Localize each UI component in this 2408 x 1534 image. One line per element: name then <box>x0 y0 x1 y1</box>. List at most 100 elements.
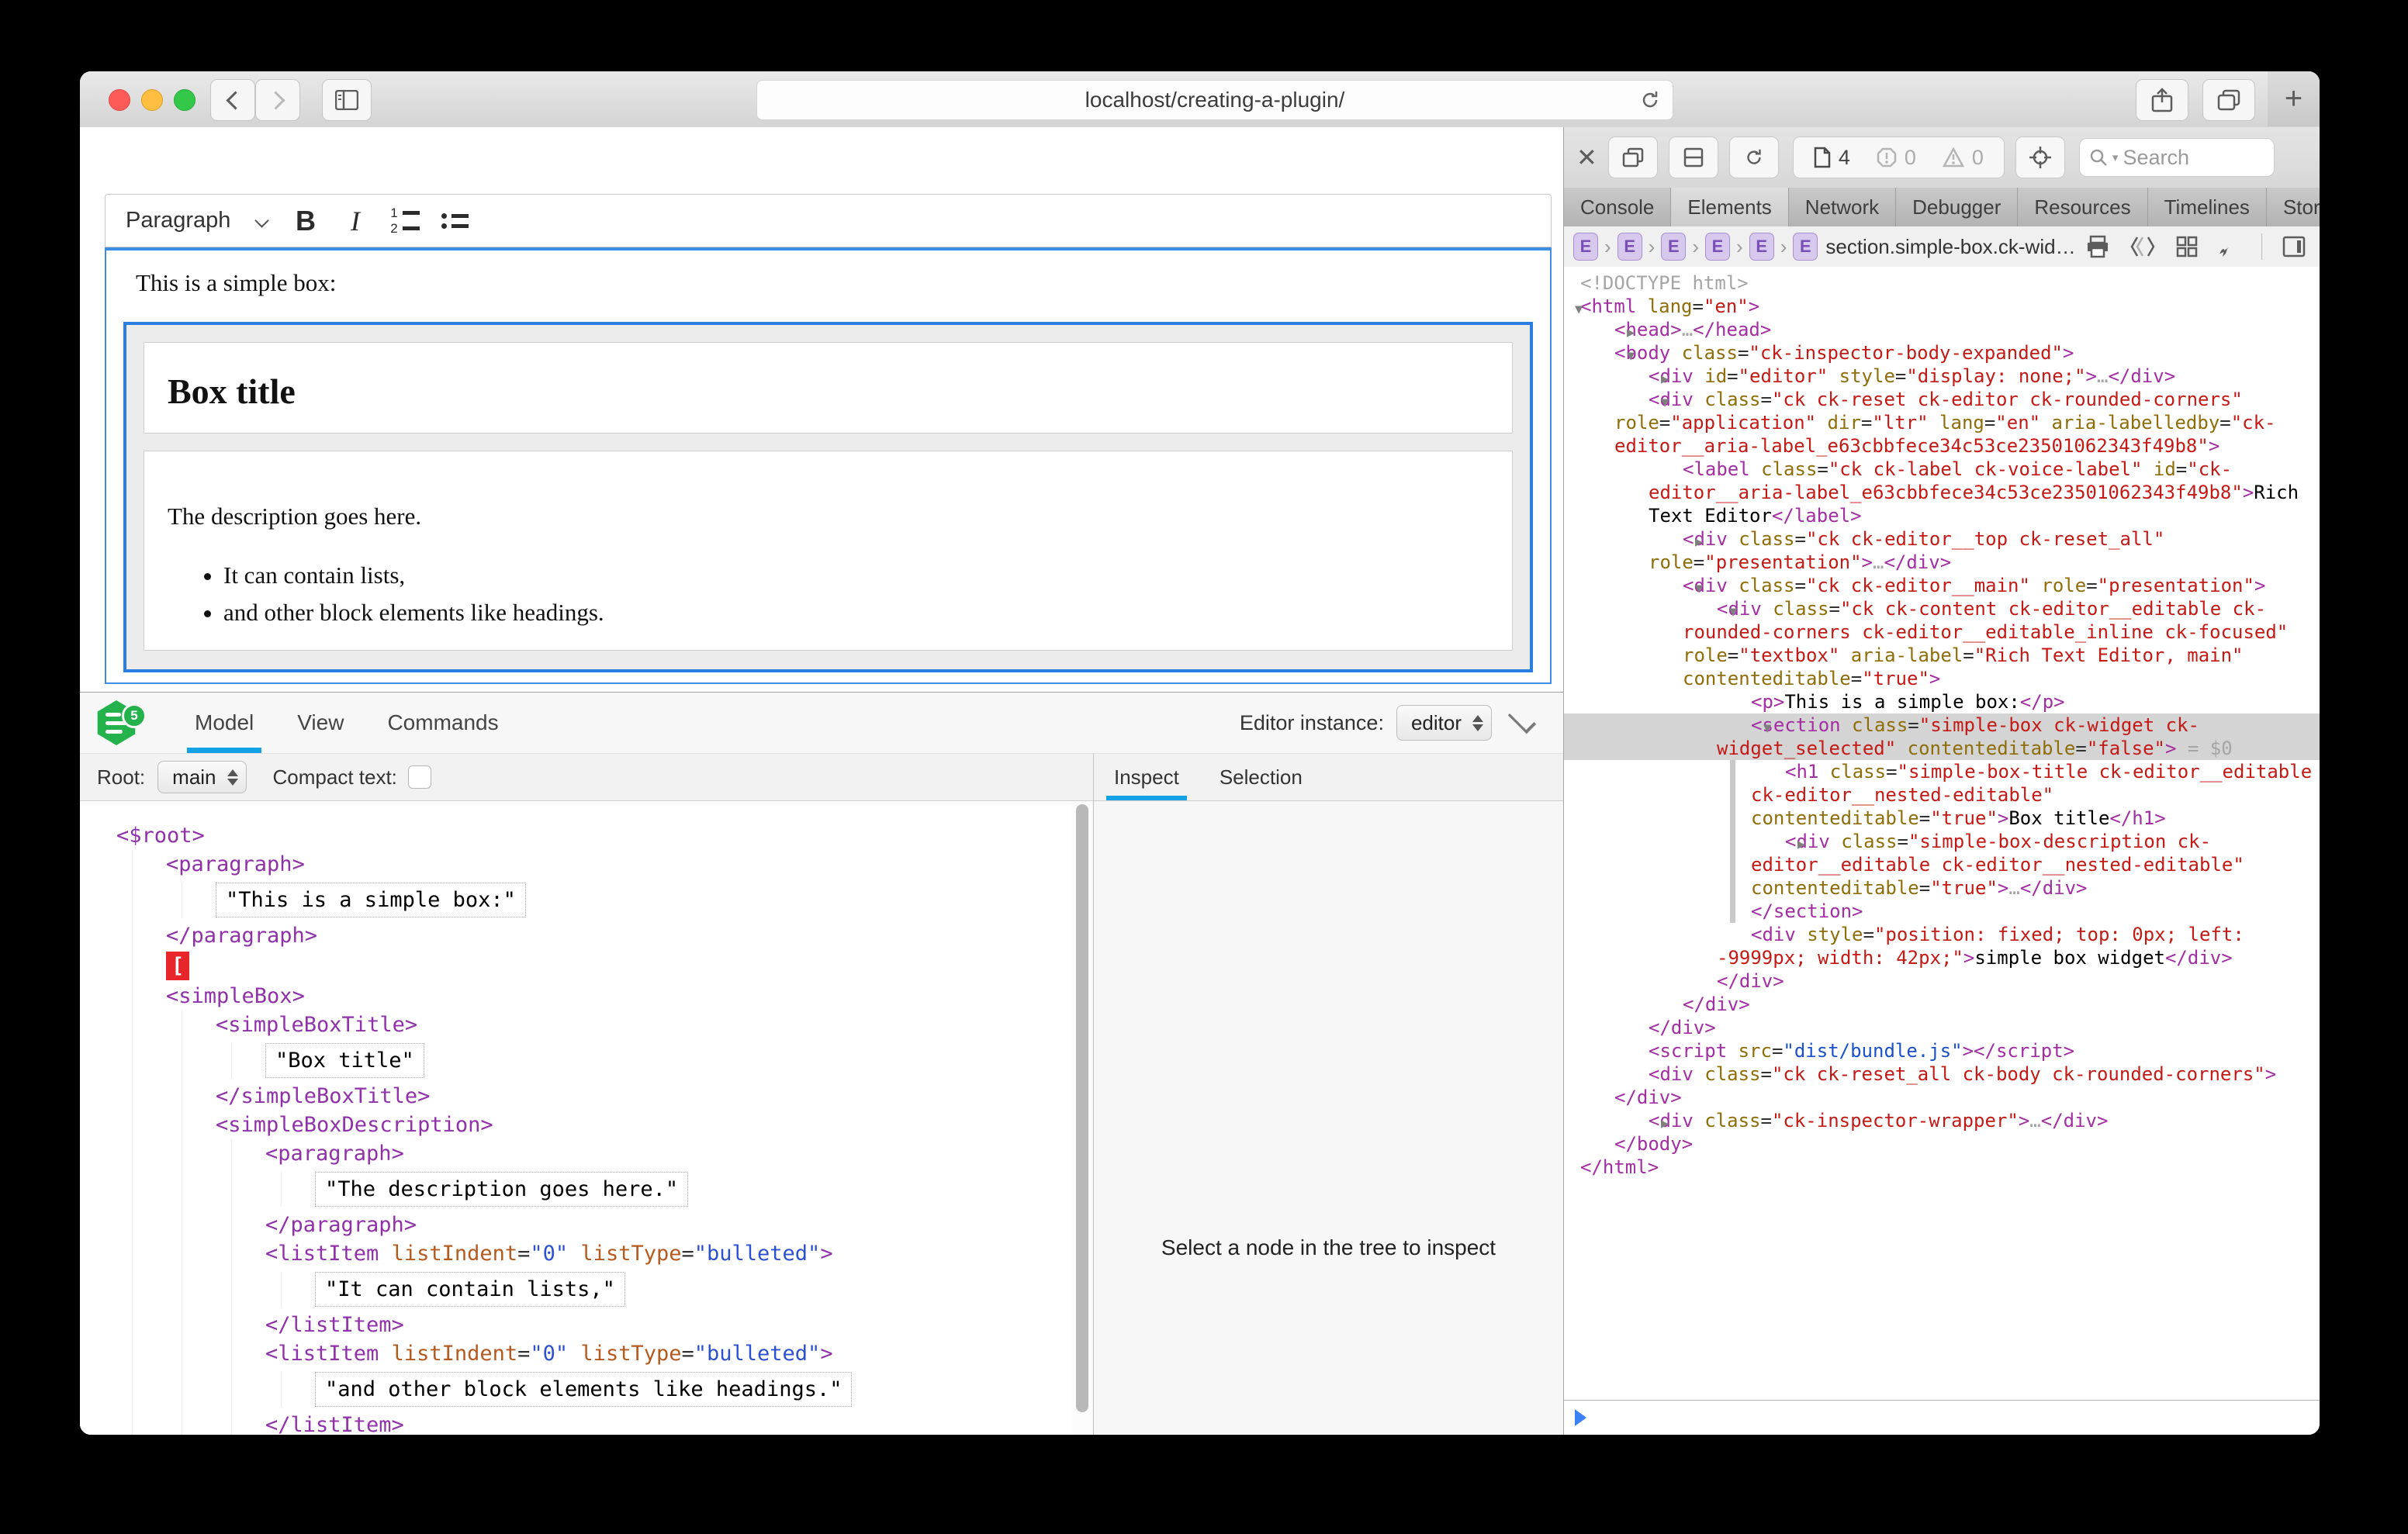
styles-brush-icon[interactable] <box>2218 235 2241 258</box>
dom-tree-row[interactable]: <div class="ck ck-reset_all ck-body ck-r… <box>1564 1062 2320 1109</box>
dom-tree-row[interactable]: </section> <box>1564 900 2320 923</box>
inspector-tab-view[interactable]: View <box>275 693 365 753</box>
back-button[interactable] <box>210 79 255 121</box>
list-item[interactable]: and other block elements like headings. <box>223 599 1489 627</box>
console-prompt[interactable] <box>1564 1400 2320 1435</box>
dom-tree-row[interactable]: </body> <box>1564 1132 2320 1156</box>
breadcrumb-element-badge[interactable]: E <box>1705 233 1730 261</box>
devtools-tab-timelines[interactable]: Timelines <box>2148 188 2267 226</box>
model-node-close[interactable]: </paragraph> <box>265 1211 1073 1239</box>
reload-page-button[interactable] <box>1729 136 1779 178</box>
collapse-node-icon[interactable]: ▼ <box>1627 391 1669 414</box>
model-node-close[interactable]: </paragraph> <box>166 921 1073 950</box>
compact-text-checkbox[interactable] <box>408 765 431 789</box>
model-node[interactable]: <listItem listIndent="0" listType="bulle… <box>265 1239 1073 1268</box>
print-icon[interactable] <box>2086 235 2109 258</box>
collapse-node-icon[interactable]: ▼ <box>1729 717 1771 740</box>
expand-node-icon[interactable]: ▶ <box>1763 833 1805 856</box>
model-node[interactable]: <simpleBoxDescription> <box>216 1111 1073 1139</box>
dom-tree-row[interactable]: </div> <box>1564 993 2320 1016</box>
model-node-close[interactable]: </simpleBoxTitle> <box>216 1082 1073 1111</box>
root-select[interactable]: main <box>157 761 246 793</box>
inspector-tab-model[interactable]: Model <box>173 693 275 753</box>
devtools-tab-resources[interactable]: Resources <box>2018 188 2147 226</box>
model-node[interactable]: <listItem listIndent="0" listType="bulle… <box>265 1339 1073 1368</box>
dom-tree-row[interactable]: ▶<div class="ck-inspector-wrapper">…</di… <box>1564 1109 2320 1132</box>
breadcrumb-current-element[interactable]: section.simple-box.ck-wid… <box>1825 235 2075 259</box>
inspector-tab-selection[interactable]: Selection <box>1199 754 1323 800</box>
breadcrumb-element-badge[interactable]: E <box>1661 233 1686 261</box>
breadcrumb-element-badge[interactable]: E <box>1749 233 1774 261</box>
dom-tree-row[interactable]: </div> <box>1564 969 2320 993</box>
model-node-close[interactable]: </listItem> <box>265 1311 1073 1339</box>
heading-dropdown[interactable]: Paragraph <box>126 208 281 233</box>
close-window-button[interactable] <box>109 89 130 111</box>
address-bar[interactable]: localhost/creating-a-plugin/ <box>756 80 1673 120</box>
detach-devtools-button[interactable] <box>1608 136 1658 178</box>
collapse-node-icon[interactable]: ▼ <box>1695 600 1737 624</box>
bold-button[interactable]: B <box>281 201 330 241</box>
breadcrumb-element-badge[interactable]: E <box>1793 233 1818 261</box>
details-sidebar-icon[interactable] <box>2282 236 2306 257</box>
dom-tree-row[interactable]: ▼<html lang="en"> <box>1564 295 2320 318</box>
dock-devtools-button[interactable] <box>1669 136 1718 178</box>
dom-tree-row[interactable]: ▼<div class="ck ck-content ck-editor__ed… <box>1564 597 2320 690</box>
editor-content[interactable]: This is a simple box: Box title The desc… <box>105 247 1552 684</box>
model-text-node[interactable]: "The description goes here." <box>315 1172 688 1207</box>
forward-button[interactable] <box>255 79 300 121</box>
dom-tree-row[interactable]: <h1 class="simple-box-title ck-editor__e… <box>1564 760 2320 830</box>
devtools-tab-debugger[interactable]: Debugger <box>1896 188 2018 226</box>
model-node[interactable]: <paragraph> <box>265 1139 1073 1168</box>
dom-tree-row[interactable]: ▼<div class="ck ck-editor__main" role="p… <box>1564 574 2320 597</box>
breadcrumb-element-badge[interactable]: E <box>1573 233 1598 261</box>
dom-tree-row[interactable]: </div> <box>1564 1016 2320 1039</box>
simple-box-widget[interactable]: Box title The description goes here. It … <box>123 322 1533 672</box>
description-paragraph[interactable]: The description goes here. <box>168 503 1489 530</box>
model-text-node[interactable]: "It can contain lists," <box>315 1272 625 1307</box>
dom-tree-row[interactable]: <script src="dist/bundle.js"></script> <box>1564 1039 2320 1062</box>
dom-tree-row[interactable]: <!DOCTYPE html> <box>1564 271 2320 295</box>
model-node[interactable]: <$root> <box>116 821 1073 850</box>
zoom-window-button[interactable] <box>174 89 195 111</box>
model-node[interactable]: <paragraph> <box>166 850 1073 879</box>
dom-tree-row[interactable]: <label class="ck ck-label ck-voice-label… <box>1564 458 2320 527</box>
devtools-tab-elements[interactable]: Elements <box>1671 188 1788 226</box>
breadcrumb-element-badge[interactable]: E <box>1617 233 1642 261</box>
scrollbar-thumb[interactable] <box>1076 804 1088 1412</box>
share-button[interactable] <box>2136 79 2188 121</box>
element-picker-button[interactable] <box>2015 136 2065 178</box>
dom-tree-row[interactable]: </html> <box>1564 1156 2320 1179</box>
dom-tree-row[interactable]: <div style="position: fixed; top: 0px; l… <box>1564 923 2320 969</box>
collapse-inspector-icon[interactable] <box>1508 706 1536 734</box>
dom-tree-row[interactable]: ▶<div class="ck ck-editor__top ck-reset_… <box>1564 527 2320 574</box>
minimize-window-button[interactable] <box>141 89 163 111</box>
inspector-tab-inspect[interactable]: Inspect <box>1094 754 1199 800</box>
sidebar-toggle-button[interactable] <box>322 79 372 121</box>
simple-box-description-area[interactable]: The description goes here. It can contai… <box>144 451 1513 651</box>
editor-instance-select[interactable]: editor <box>1396 705 1492 741</box>
dom-tree-row[interactable]: ▼<section class="simple-box ck-widget ck… <box>1564 713 2320 760</box>
inspector-tab-commands[interactable]: Commands <box>365 693 520 753</box>
model-text-node[interactable]: "and other block elements like headings.… <box>315 1372 852 1407</box>
dom-tree-row[interactable]: ▶<head>…</head> <box>1564 318 2320 341</box>
simple-box-title-area[interactable]: Box title <box>144 342 1513 434</box>
list-item[interactable]: It can contain lists, <box>223 561 1489 589</box>
source-code-icon[interactable] <box>2129 236 2156 257</box>
description-list[interactable]: It can contain lists, and other block ele… <box>168 561 1489 627</box>
model-text-node[interactable]: "Box title" <box>265 1043 424 1078</box>
devtools-tab-network[interactable]: Network <box>1789 188 1896 226</box>
box-title-heading[interactable]: Box title <box>168 371 1489 412</box>
model-node-close[interactable]: </listItem> <box>265 1411 1073 1435</box>
model-node[interactable]: <simpleBoxTitle> <box>216 1011 1073 1039</box>
grid-overlay-icon[interactable] <box>2176 236 2198 257</box>
close-devtools-button[interactable]: ✕ <box>1576 143 1597 172</box>
new-tab-button[interactable]: + <box>2268 71 2320 126</box>
tab-overview-button[interactable] <box>2202 79 2255 121</box>
devtools-search-field[interactable]: ▾ Search <box>2079 138 2275 177</box>
intro-paragraph[interactable]: This is a simple box: <box>136 269 1550 297</box>
italic-button[interactable]: I <box>330 201 380 241</box>
reload-icon[interactable] <box>1638 88 1662 112</box>
model-text-node[interactable]: "This is a simple box:" <box>216 883 526 917</box>
dom-tree-row[interactable]: ▶<div id="editor" style="display: none;"… <box>1564 364 2320 388</box>
bulleted-list-button[interactable] <box>430 201 479 241</box>
